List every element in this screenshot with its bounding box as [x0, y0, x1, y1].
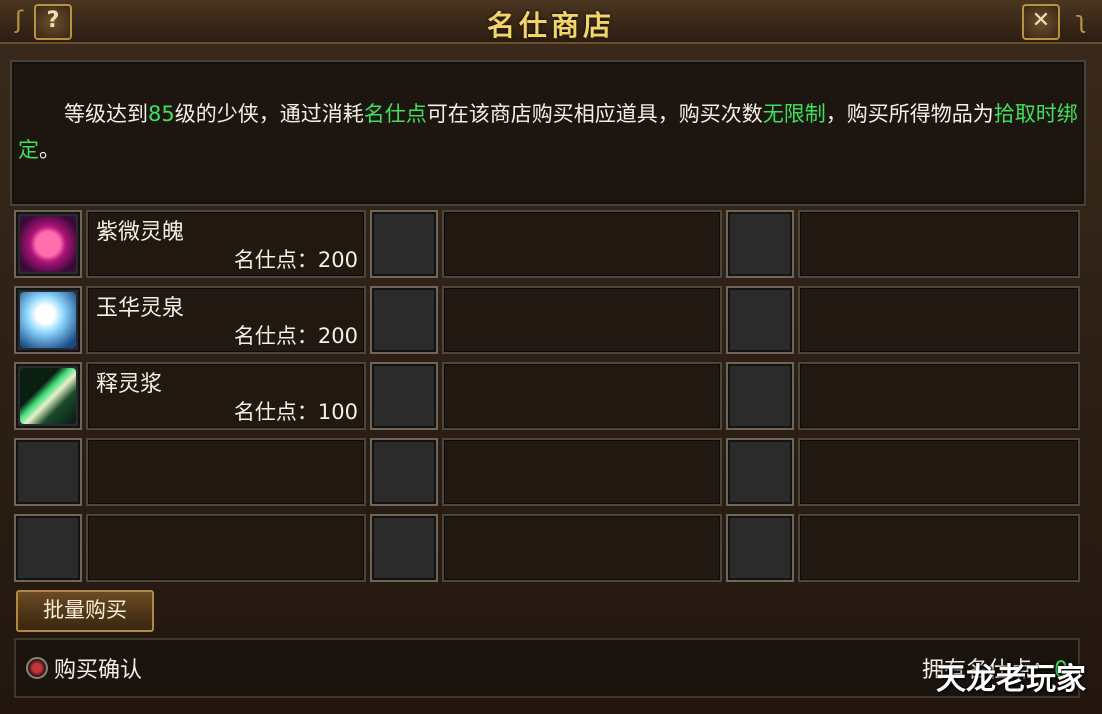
item-name: 玉华灵泉	[96, 296, 185, 321]
item-slot[interactable]	[14, 438, 82, 506]
item-price: 名仕点：200	[233, 324, 358, 348]
item-slot[interactable]	[726, 210, 794, 278]
description-segment: 可在该商店购买相应道具，购买次数	[426, 102, 763, 126]
description-text: 等级达到85级的少侠，通过消耗名仕点可在该商店购买相应道具，购买次数无限制，购买…	[18, 96, 1080, 168]
item-name: 紫微灵魄	[96, 220, 185, 245]
footer-bar: 购买确认 拥有名仕点：0	[14, 638, 1080, 698]
confirm-label[interactable]: 购买确认	[54, 652, 142, 684]
item-slot[interactable]	[370, 514, 438, 582]
item-price: 名仕点：200	[233, 248, 358, 272]
item-slot[interactable]	[726, 286, 794, 354]
item-info[interactable]	[442, 210, 722, 278]
item-slot[interactable]	[14, 210, 82, 278]
description-highlight: 名仕点	[363, 102, 427, 126]
item-info[interactable]	[442, 362, 722, 430]
item-info[interactable]: 玉华灵泉名仕点：200	[86, 286, 366, 354]
item-slot[interactable]	[14, 286, 82, 354]
item-slot[interactable]	[14, 362, 82, 430]
item-info[interactable]	[798, 438, 1080, 506]
batch-buy-button[interactable]: 批量购买	[16, 590, 154, 632]
close-button[interactable]: ✕	[1022, 4, 1060, 40]
item-info[interactable]: 紫微灵魄名仕点：200	[86, 210, 366, 278]
title-bar: ʃ ? 名仕商店 ✕ ʅ	[0, 0, 1102, 44]
blue-spring-icon	[20, 292, 76, 348]
item-slot[interactable]	[370, 438, 438, 506]
item-info[interactable]	[442, 514, 722, 582]
shop-window: ʃ ? 名仕商店 ✕ ʅ 等级达到85级的少侠，通过消耗名仕点可在该商店购买相应…	[0, 0, 1102, 714]
scroll-ornament-right-icon: ʅ	[1075, 6, 1087, 34]
item-name: 释灵浆	[96, 372, 163, 397]
watermark-text: 天龙老玩家	[936, 662, 1086, 697]
item-slot[interactable]	[370, 362, 438, 430]
item-info[interactable]	[442, 286, 722, 354]
item-info[interactable]	[86, 438, 366, 506]
description-segment: 。	[39, 138, 60, 162]
item-slot[interactable]	[14, 514, 82, 582]
item-slot[interactable]	[370, 210, 438, 278]
item-info[interactable]	[442, 438, 722, 506]
green-wand-icon	[20, 368, 76, 424]
confirm-radio[interactable]	[26, 657, 48, 679]
description-highlight: 85	[148, 102, 175, 126]
description-highlight: 无限制	[762, 102, 826, 126]
item-info[interactable]	[798, 362, 1080, 430]
description-segment: ，购买所得物品为	[825, 102, 994, 126]
window-title: 名仕商店	[486, 9, 615, 42]
purple-heart-gem-icon	[20, 216, 76, 272]
item-slot[interactable]	[370, 286, 438, 354]
item-info[interactable]	[798, 210, 1080, 278]
item-info[interactable]	[798, 286, 1080, 354]
description-segment: 等级达到	[64, 102, 148, 126]
item-info[interactable]	[798, 514, 1080, 582]
item-price: 名仕点：100	[233, 400, 358, 424]
item-info[interactable]	[86, 514, 366, 582]
item-info[interactable]: 释灵浆名仕点：100	[86, 362, 366, 430]
item-slot[interactable]	[726, 362, 794, 430]
description-segment: 级的少侠，通过消耗	[174, 102, 364, 126]
item-slot[interactable]	[726, 438, 794, 506]
item-slot[interactable]	[726, 514, 794, 582]
description-panel: 等级达到85级的少侠，通过消耗名仕点可在该商店购买相应道具，购买次数无限制，购买…	[10, 60, 1086, 206]
